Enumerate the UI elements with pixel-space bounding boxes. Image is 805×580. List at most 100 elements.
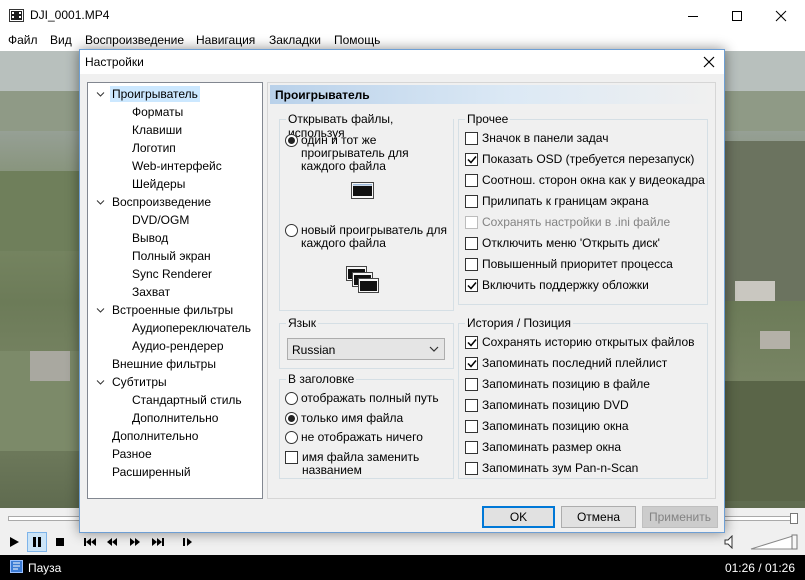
checkbox-tray-icon[interactable]: Значок в панели задач [465,132,608,145]
stop-button[interactable] [50,532,70,552]
radio-button[interactable] [285,224,298,237]
expand-arrow-icon[interactable] [96,378,105,387]
tree-item-output[interactable]: Вывод [130,230,170,246]
checkbox-remember-window-pos[interactable]: Запоминать позицию окна [465,420,629,433]
pause-button[interactable] [27,532,47,552]
radio-button[interactable] [285,134,298,147]
tree-item-logo[interactable]: Логотип [130,140,178,156]
checkbox-cover-art[interactable]: Включить поддержку обложки [465,279,649,292]
checkbox-remember-file-pos[interactable]: Запоминать позицию в файле [465,378,650,391]
checkbox[interactable] [465,237,478,250]
close-button[interactable] [758,0,803,31]
frame-step-button[interactable] [178,532,198,552]
radio-button[interactable] [285,431,298,444]
checkbox[interactable] [465,336,478,349]
tree-item-misc[interactable]: Разное [110,446,154,462]
checkbox[interactable] [285,451,298,464]
checkbox-high-priority[interactable]: Повышенный приоритет процесса [465,258,673,271]
checkbox-disable-open-disc[interactable]: Отключить меню 'Открыть диск' [465,237,660,250]
checkbox-aspect-ratio[interactable]: Соотнош. сторон окна как у видеокадра [465,174,705,187]
tree-item-subtitles[interactable]: Субтитры [110,374,169,390]
radio-button[interactable] [285,392,298,405]
expand-arrow-icon[interactable] [96,90,105,99]
checkbox[interactable] [465,441,478,454]
checkbox[interactable] [465,462,478,475]
expand-arrow-icon[interactable] [96,198,105,207]
checkbox[interactable] [465,279,478,292]
tree-item-keys[interactable]: Клавиши [130,122,184,138]
tree-item-audio-renderer[interactable]: Аудио-рендерер [130,338,226,354]
tree-item-external-filters[interactable]: Внешние фильтры [110,356,218,372]
menu-playback[interactable]: Воспроизведение [85,33,184,47]
checkbox[interactable] [465,420,478,433]
menu-navigation[interactable]: Навигация [196,33,255,47]
frame-step-icon [183,538,192,546]
ok-button[interactable]: OK [482,506,555,528]
radio-full-path[interactable]: отображать полный путь [285,392,439,405]
radio-same-player[interactable]: один и тот же проигрыватель для каждого … [285,134,450,173]
menu-view[interactable]: Вид [50,33,72,47]
mute-button[interactable] [720,532,740,552]
rewind-button[interactable] [102,532,122,552]
radio-button[interactable] [285,412,298,425]
tree-item-dvd-ogm[interactable]: DVD/OGM [130,212,191,228]
tree-item-additional[interactable]: Дополнительно [110,428,200,444]
checkbox[interactable] [465,399,478,412]
previous-button[interactable] [80,532,100,552]
checkbox-remember-dvd-pos[interactable]: Запоминать позицию DVD [465,399,629,412]
checkbox [465,216,478,229]
checkbox[interactable] [465,174,478,187]
menu-bookmarks[interactable]: Закладки [269,33,321,47]
tree-item-advanced[interactable]: Расширенный [110,464,193,480]
radio-show-nothing[interactable]: не отображать ничего [285,431,423,444]
tree-item-fullscreen[interactable]: Полный экран [130,248,213,264]
checkbox-show-osd[interactable]: Показать OSD (требуется перезапуск) [465,153,694,166]
checkbox-save-history[interactable]: Сохранять историю открытых файлов [465,336,695,349]
seek-thumb[interactable] [790,513,798,524]
checkbox[interactable] [465,357,478,370]
minimize-button[interactable] [670,0,715,31]
radio-new-player-label: новый проигрыватель для каждого файла [301,223,447,250]
maximize-button[interactable] [714,0,759,31]
tree-item-player[interactable]: Проигрыватель [110,86,200,102]
checkbox-snap-edges[interactable]: Прилипать к границам экрана [465,195,649,208]
checkbox[interactable] [465,153,478,166]
settings-dialog: Настройки Проигрыватель Форматы Клавиши … [79,49,725,533]
tree-item-internal-filters[interactable]: Встроенные фильтры [110,302,235,318]
checkbox[interactable] [465,195,478,208]
single-window-icon [351,182,374,199]
menu-file[interactable]: Файл [8,33,38,47]
dialog-close-button[interactable] [700,53,718,71]
tree-item-subtitles-advanced[interactable]: Дополнительно [130,410,220,426]
apply-button[interactable]: Применить [642,506,718,528]
tree-item-audio-switcher[interactable]: Аудиопереключатель [130,320,253,336]
tree-item-sync-renderer[interactable]: Sync Renderer [130,266,214,282]
tree-item-capture[interactable]: Захват [130,284,172,300]
language-select[interactable]: Russian [287,338,445,360]
tree-item-playback[interactable]: Воспроизведение [110,194,213,210]
checkbox-remember-window-size[interactable]: Запоминать размер окна [465,441,621,454]
tree-item-formats[interactable]: Форматы [130,104,185,120]
tree-item-default-style[interactable]: Стандартный стиль [130,392,244,408]
tree-item-web-interface[interactable]: Web-интерфейс [130,158,224,174]
checkbox-remember-pan-scan[interactable]: Запоминать зум Pan-n-Scan [465,462,638,475]
checkbox[interactable] [465,378,478,391]
checkmark-icon [466,282,477,290]
checkbox-remember-playlist[interactable]: Запоминать последний плейлист [465,357,667,370]
fast-forward-button[interactable] [125,532,145,552]
checkbox-replace-filename[interactable]: имя файла заменить названием [285,451,445,477]
radio-new-player[interactable]: новый проигрыватель для каждого файла [285,224,450,250]
radio-file-name-only[interactable]: только имя файла [285,412,403,425]
volume-slider[interactable] [750,534,798,550]
settings-tree[interactable]: Проигрыватель Форматы Клавиши Логотип We… [87,82,263,499]
next-button[interactable] [148,532,168,552]
menu-help[interactable]: Помощь [334,33,380,47]
cancel-button[interactable]: Отмена [561,506,636,528]
play-button[interactable] [4,532,24,552]
tree-item-shaders[interactable]: Шейдеры [130,176,187,192]
expand-arrow-icon[interactable] [96,306,105,315]
checkbox[interactable] [465,258,478,271]
checkbox[interactable] [465,132,478,145]
close-icon [775,10,786,21]
radio-file-name-only-label: только имя файла [301,411,404,425]
